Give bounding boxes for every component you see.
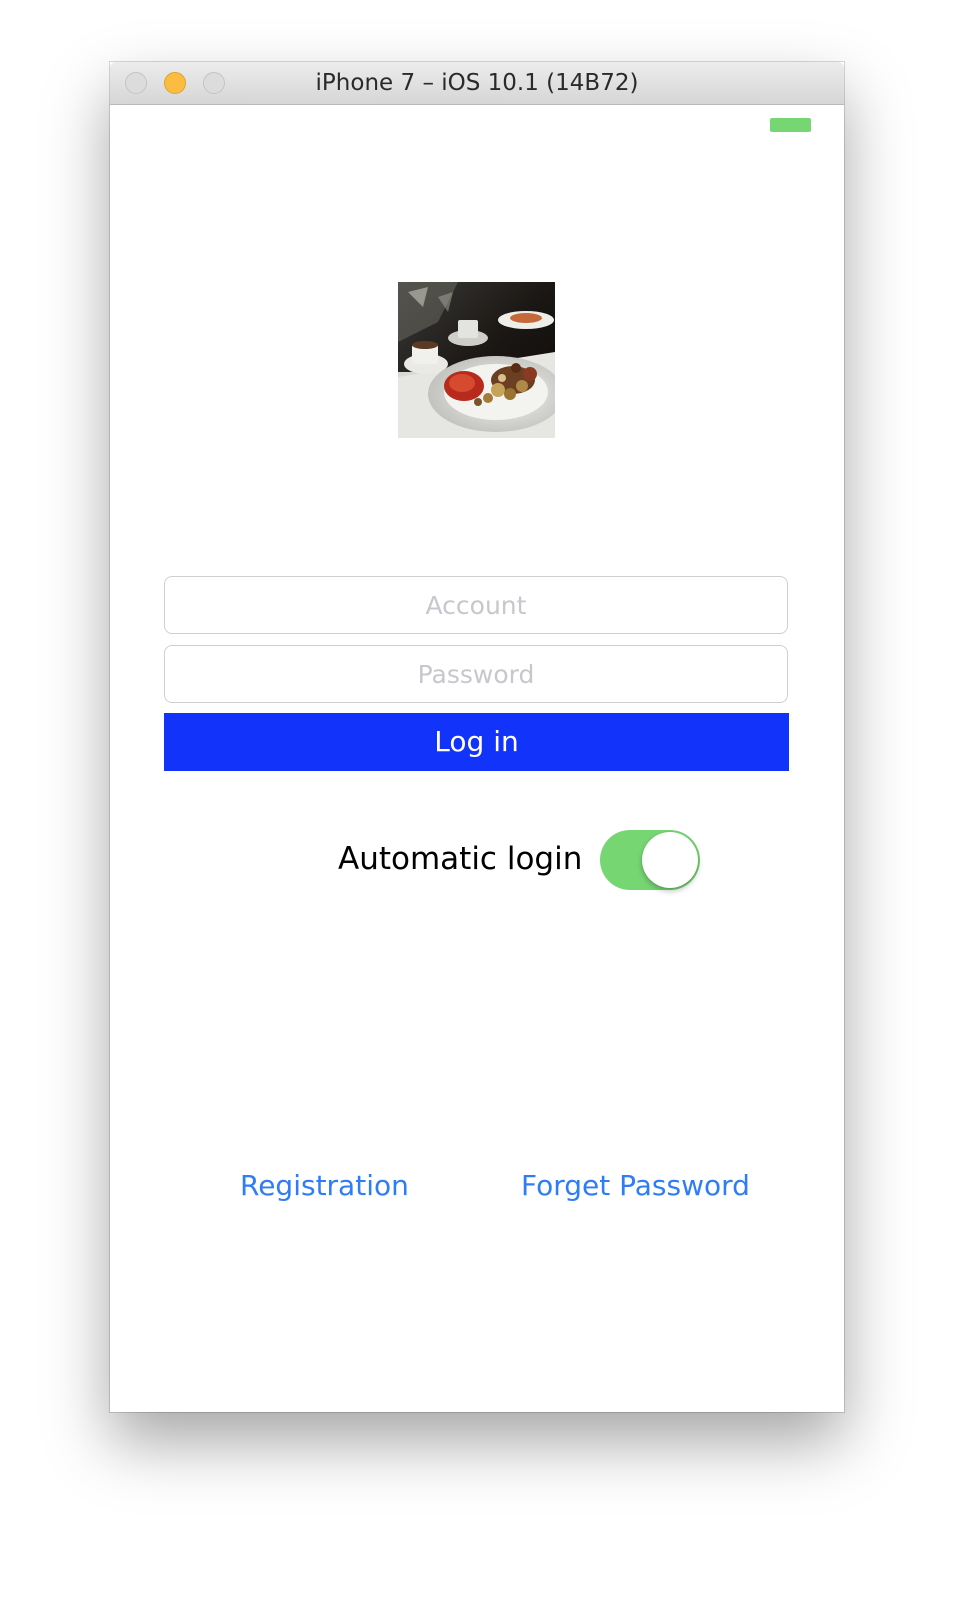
food-photo-icon: [398, 282, 555, 438]
title-bar[interactable]: iPhone 7 – iOS 10.1 (14B72): [110, 62, 844, 105]
password-input[interactable]: [164, 645, 788, 703]
automatic-login-toggle[interactable]: [600, 830, 700, 890]
automatic-login-label: Automatic login: [338, 841, 583, 877]
window-title: iPhone 7 – iOS 10.1 (14B72): [315, 70, 639, 96]
battery-icon: [770, 118, 811, 132]
login-button[interactable]: Log in: [164, 713, 789, 771]
registration-link[interactable]: Registration: [240, 1168, 409, 1204]
toggle-knob: [642, 832, 698, 888]
account-input[interactable]: [164, 576, 788, 634]
forget-password-link[interactable]: Forget Password: [521, 1168, 750, 1204]
simulator-window: iPhone 7 – iOS 10.1 (14B72) Account Log …: [110, 62, 844, 1412]
food-photo-illustration: [398, 282, 555, 438]
